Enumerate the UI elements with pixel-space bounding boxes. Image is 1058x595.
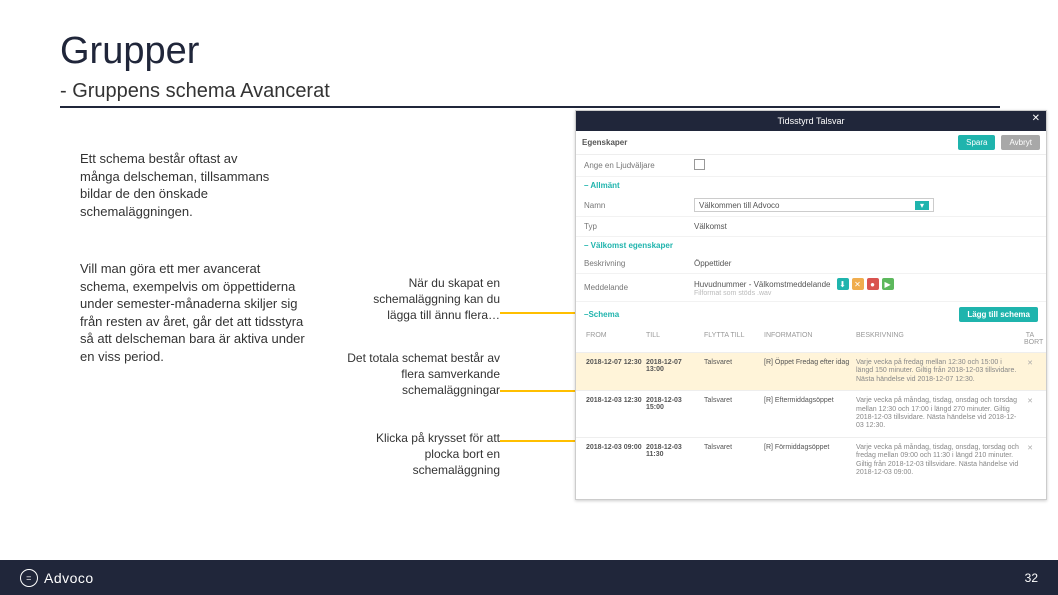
annotation-1: När du skapat en schemaläggning kan du l… xyxy=(345,275,500,324)
cell-desc: Varje vecka på fredag mellan 12:30 och 1… xyxy=(854,357,1022,386)
schedule-row: 2018-12-07 12:30 2018-12-07 13:00 Talsva… xyxy=(576,352,1046,390)
field-description: Beskrivning Öppettider xyxy=(576,254,1046,274)
schedule-row: 2018-12-03 09:00 2018-12-03 11:30 Talsva… xyxy=(576,437,1046,484)
play-icon[interactable]: ▶ xyxy=(882,278,894,290)
label-message: Meddelande xyxy=(584,283,694,292)
save-button[interactable]: Spara xyxy=(958,135,995,150)
cell-desc: Varje vecka på måndag, tisdag, onsdag, t… xyxy=(854,442,1022,480)
annotation-3: Klicka på krysset för att plocka bort en… xyxy=(345,430,500,479)
field-type: Typ Välkomst xyxy=(576,217,1046,237)
label-sound: Ange en Ljudväljare xyxy=(584,161,694,170)
chevron-down-icon: ▾ xyxy=(915,201,929,210)
col-info: INFORMATION xyxy=(762,330,854,348)
page-title: Grupper xyxy=(60,30,199,73)
cell-desc: Varje vecka på måndag, tisdag, onsdag oc… xyxy=(854,395,1022,433)
download-icon[interactable]: ⬇ xyxy=(837,278,849,290)
field-name: Namn Välkommen till Advoco▾ xyxy=(576,194,1046,217)
field-sound-picker: Ange en Ljudväljare xyxy=(576,155,1046,177)
annotation-2: Det totala schemat består av flera samve… xyxy=(345,350,500,399)
label-name: Namn xyxy=(584,201,694,210)
delete-icon[interactable]: ✕ xyxy=(852,278,864,290)
field-message: Meddelande Huvudnummer - Välkomstmeddela… xyxy=(576,274,1046,302)
message-hint: Filformat som stöds .wav xyxy=(694,290,1038,297)
cell-to: 2018-12-03 15:00 xyxy=(644,395,702,413)
modal-screenshot: Tidsstyrd Talsvar ✕ Egenskaper Spara Avb… xyxy=(575,110,1047,500)
modal-title: Tidsstyrd Talsvar xyxy=(777,116,844,126)
select-name[interactable]: Välkommen till Advoco▾ xyxy=(694,198,934,212)
modal-toolbar: Egenskaper Spara Avbryt xyxy=(576,131,1046,155)
brand-logo: = Advoco xyxy=(20,569,94,587)
value-description: Öppettider xyxy=(694,259,1038,268)
value-type: Välkomst xyxy=(694,222,1038,231)
cell-to: 2018-12-03 11:30 xyxy=(644,442,702,460)
body-paragraph-2: Vill man göra ett mer avancerat schema, … xyxy=(80,260,310,365)
modal-header: Tidsstyrd Talsvar ✕ xyxy=(576,111,1046,131)
schedule-row: 2018-12-03 12:30 2018-12-03 15:00 Talsva… xyxy=(576,390,1046,437)
label-type: Typ xyxy=(584,222,694,231)
col-desc: BESKRIVNING xyxy=(854,330,1022,348)
cell-from: 2018-12-03 09:00 xyxy=(584,442,644,453)
col-to: TILL xyxy=(644,330,702,348)
section-welcome: – Välkomst egenskaper xyxy=(576,237,1046,254)
footer: = Advoco 32 xyxy=(0,560,1058,595)
cell-from: 2018-12-03 12:30 xyxy=(584,395,644,406)
cell-move: Talsvaret xyxy=(702,357,762,368)
page-number: 32 xyxy=(1025,571,1038,585)
slide: Grupper - Gruppens schema Avancerat Ett … xyxy=(0,0,1058,595)
remove-row-icon[interactable]: ✕ xyxy=(1022,357,1038,369)
record-icon[interactable]: ● xyxy=(867,278,879,290)
cancel-button[interactable]: Avbryt xyxy=(1001,135,1040,150)
remove-row-icon[interactable]: ✕ xyxy=(1022,442,1038,454)
section-general: – Allmänt xyxy=(576,177,1046,194)
close-icon[interactable]: ✕ xyxy=(1032,113,1040,124)
section-schema: – Schema Lägg till schema xyxy=(576,302,1046,326)
title-underline xyxy=(60,106,1000,108)
logo-mark-icon: = xyxy=(20,569,38,587)
col-remove: TA BORT xyxy=(1022,330,1038,348)
tab-properties[interactable]: Egenskaper xyxy=(582,138,627,147)
value-message: Huvudnummer - Välkomstmeddelande xyxy=(694,280,831,289)
cell-move: Talsvaret xyxy=(702,442,762,453)
remove-row-icon[interactable]: ✕ xyxy=(1022,395,1038,407)
cell-to: 2018-12-07 13:00 xyxy=(644,357,702,375)
cell-from: 2018-12-07 12:30 xyxy=(584,357,644,368)
schedule-header: FROM TILL FLYTTA TILL INFORMATION BESKRI… xyxy=(576,326,1046,352)
cell-info: [R] Eftermiddagsöppet xyxy=(762,395,854,406)
body-paragraph-1: Ett schema består oftast av många delsch… xyxy=(80,150,280,220)
label-description: Beskrivning xyxy=(584,259,694,268)
col-from: FROM xyxy=(584,330,644,348)
page-subtitle: - Gruppens schema Avancerat xyxy=(60,80,330,103)
brand-name: Advoco xyxy=(44,570,94,586)
cell-info: [R] Förmiddagsöppet xyxy=(762,442,854,453)
add-schema-button[interactable]: Lägg till schema xyxy=(959,307,1038,322)
col-move: FLYTTA TILL xyxy=(702,330,762,348)
cell-info: [R] Öppet Fredag efter idag xyxy=(762,357,854,368)
cell-move: Talsvaret xyxy=(702,395,762,406)
checkbox-sound[interactable] xyxy=(694,159,705,170)
